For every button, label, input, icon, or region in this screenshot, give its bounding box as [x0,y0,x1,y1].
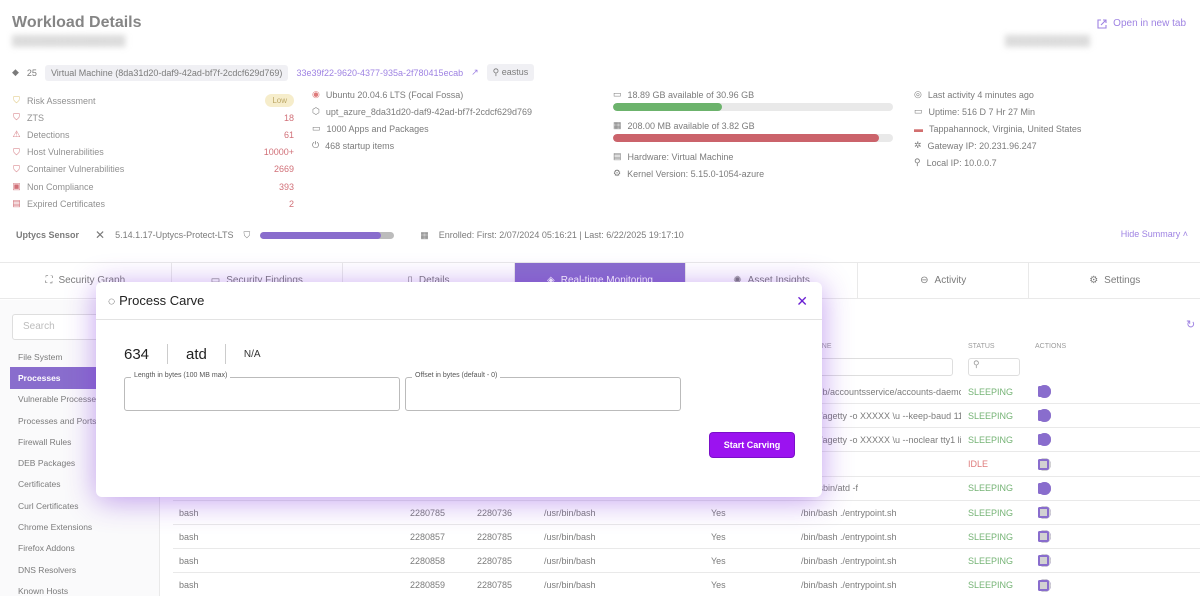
offset-label: Offset in bytes (default - 0) [412,372,501,379]
process-pid: 634 [124,345,150,363]
process-info: 634 atd N/A [124,344,261,364]
process-extra: N/A [243,348,261,360]
divider [224,344,226,364]
offset-input[interactable] [406,378,680,410]
length-input[interactable] [125,378,399,410]
close-icon[interactable]: ✕ [796,294,808,308]
length-label: Length in bytes (100 MB max) [131,372,231,379]
dialog-title: Process Carve [119,293,205,308]
process-name: atd [186,345,207,363]
process-carve-dialog: ◌ Process Carve ✕ 634 atd N/A Length in … [96,282,822,497]
offset-field: Offset in bytes (default - 0) [405,372,681,411]
length-field: Length in bytes (100 MB max) [124,372,400,411]
dialog-header: ◌ Process Carve [96,282,822,320]
divider [167,344,169,364]
carve-icon: ◌ [108,293,116,308]
start-carving-button[interactable]: Start Carving [710,433,794,457]
